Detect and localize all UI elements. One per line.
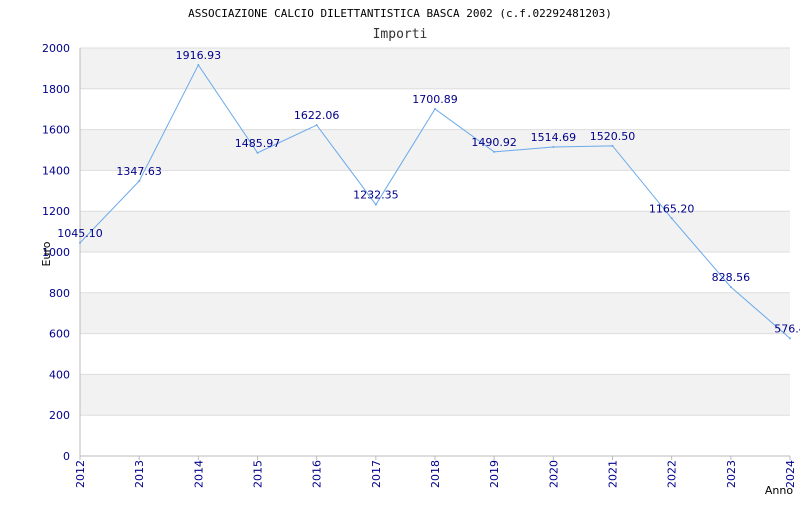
data-point (256, 151, 259, 154)
x-tick-labels: 2012 2013 2014 2015 2016 2017 2018 2019 2020 2021… (74, 460, 797, 488)
data-point (789, 337, 791, 340)
chart-title: ASSOCIAZIONE CALCIO DILETTANTISTICA BASC… (188, 7, 612, 20)
data-label: 1916.93 (176, 49, 222, 62)
chart-svg: 0200400600800100012001400160018002000 20… (40, 7, 800, 497)
x-tick-label: 2023 (725, 460, 738, 488)
y-axis-label: Euro (40, 241, 53, 266)
data-label: 1347.63 (116, 165, 162, 178)
x-tick-label: 2019 (488, 460, 501, 488)
data-label: 1622.06 (294, 109, 340, 122)
y-tick-label: 400 (49, 368, 70, 381)
data-point (197, 63, 200, 66)
y-tick-label: 2000 (42, 42, 70, 55)
y-tick-label: 1800 (42, 83, 70, 96)
data-point (552, 146, 555, 149)
data-point (670, 217, 673, 220)
x-tick-label: 2013 (133, 460, 146, 488)
chart-subtitle: Importi (373, 27, 428, 42)
data-point (493, 150, 496, 153)
data-point (434, 108, 436, 111)
data-label: 1520.50 (590, 130, 636, 143)
x-tick-label: 2015 (252, 460, 265, 488)
x-tick-label: 2012 (74, 460, 87, 488)
y-tick-label: 800 (49, 287, 70, 300)
x-tick-label: 2017 (370, 460, 383, 488)
data-point (79, 241, 81, 244)
y-tick-label: 200 (49, 409, 70, 422)
data-label: 1514.69 (531, 131, 577, 144)
y-tick-label: 1600 (42, 124, 70, 137)
data-point (611, 144, 614, 147)
data-label: 1700.89 (412, 93, 458, 106)
data-label: 1485.97 (235, 137, 281, 150)
background-band (80, 374, 790, 416)
y-tick-label: 600 (49, 328, 70, 341)
x-tick-label: 2018 (429, 460, 442, 488)
data-label: 576.4 (774, 322, 800, 335)
data-label: 1165.20 (649, 202, 695, 215)
x-tick-label: 2014 (192, 460, 205, 488)
y-tick-label: 1400 (42, 164, 70, 177)
x-tick-label: 2021 (607, 460, 620, 488)
x-axis-label: Anno (765, 484, 793, 497)
data-point (138, 180, 141, 183)
y-tick-label: 1200 (42, 205, 70, 218)
data-label: 828.56 (712, 271, 751, 284)
x-tick-label: 2016 (311, 460, 324, 488)
data-label: 1045.10 (57, 227, 103, 240)
background-band (80, 129, 790, 171)
background-band (80, 292, 790, 334)
data-point (729, 285, 732, 288)
data-point (374, 203, 377, 206)
y-tick-label: 0 (63, 450, 70, 463)
data-label: 1490.92 (471, 136, 517, 149)
x-tick-label: 2022 (666, 460, 679, 488)
x-tick-label: 2020 (547, 460, 560, 488)
data-label: 1232.35 (353, 189, 399, 202)
data-point (315, 124, 318, 127)
chart: 0 200 400 600 800 1000 1200 1400 1600 1800 2000 20… (0, 0, 800, 500)
